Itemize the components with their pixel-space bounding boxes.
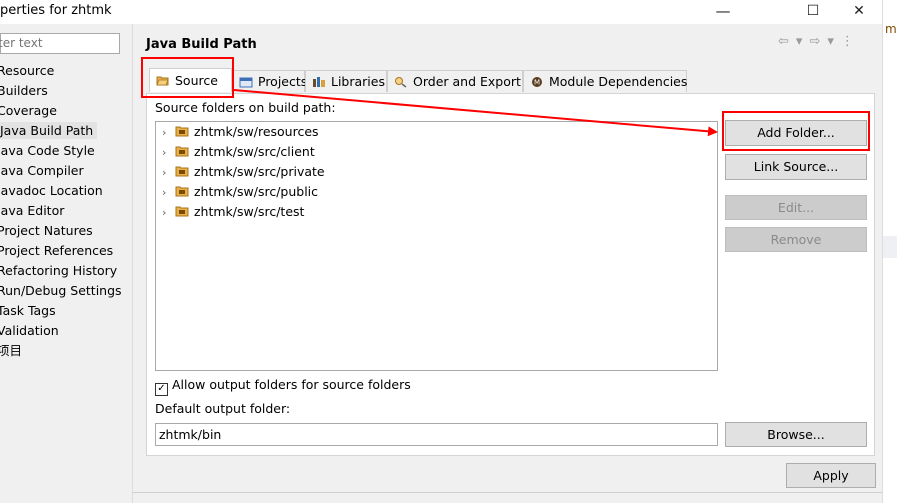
annotation-arrow: [233, 89, 718, 137]
arrow-line: [233, 89, 718, 137]
